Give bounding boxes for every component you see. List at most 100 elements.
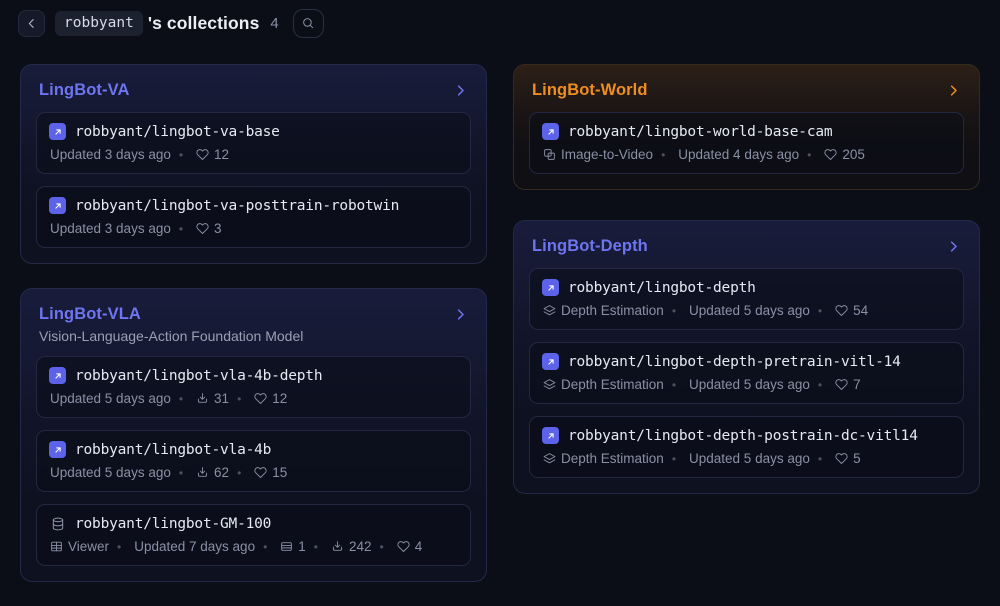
heart-icon	[824, 148, 837, 161]
search-button[interactable]	[293, 9, 324, 38]
collection-title: LingBot-World	[532, 81, 648, 100]
task-tag: Depth Estimation	[543, 451, 664, 466]
collection-title: LingBot-VA	[39, 81, 130, 100]
table-viewer-icon	[50, 540, 63, 553]
updated-text: Updated 4 days ago	[653, 147, 799, 162]
likes-stat: 205	[799, 147, 865, 162]
dataset-name: robbyant/lingbot-GM-100	[75, 516, 271, 532]
dataset-meta: Viewer Updated 7 days ago 1 242 4	[49, 539, 458, 554]
collection-card-lingbot-va: LingBot-VA robbyant/lingbot-va-base Upda…	[20, 64, 487, 264]
depth-estimation-icon	[543, 304, 556, 317]
model-name: robbyant/lingbot-depth-pretrain-vitl-14	[568, 354, 901, 370]
heart-icon	[835, 378, 848, 391]
task-label: Image-to-Video	[561, 147, 653, 162]
collection-link-lingbot-vla[interactable]: LingBot-VLA	[36, 302, 471, 324]
chevron-left-icon	[25, 17, 38, 30]
model-name: robbyant/lingbot-depth	[568, 280, 756, 296]
model-meta: Depth Estimation Updated 5 days ago 7	[542, 377, 951, 392]
viewer-tag: Viewer	[50, 539, 109, 554]
model-item[interactable]: robbyant/lingbot-world-base-cam Image-to…	[529, 112, 964, 174]
dataset-item[interactable]: robbyant/lingbot-GM-100 Viewer Updated 7…	[36, 504, 471, 566]
collection-link-lingbot-depth[interactable]: LingBot-Depth	[529, 234, 964, 256]
model-icon	[49, 123, 66, 140]
collections-count: 4	[270, 15, 278, 32]
likes-stat: 12	[171, 147, 229, 162]
model-item[interactable]: robbyant/lingbot-depth-postrain-dc-vitl1…	[529, 416, 964, 478]
updated-text: Updated 5 days ago	[50, 465, 171, 480]
arrow-up-right-icon	[546, 431, 556, 441]
model-item[interactable]: robbyant/lingbot-va-posttrain-robotwin U…	[36, 186, 471, 248]
depth-estimation-icon	[543, 452, 556, 465]
right-column: LingBot-World robbyant/lingbot-world-bas…	[513, 64, 980, 494]
model-item[interactable]: robbyant/lingbot-depth-pretrain-vitl-14 …	[529, 342, 964, 404]
downloads-count: 242	[349, 539, 372, 554]
likes-stat: 15	[229, 465, 287, 480]
collection-title: LingBot-Depth	[532, 237, 648, 256]
model-meta: Depth Estimation Updated 5 days ago 54	[542, 303, 951, 318]
collection-title: LingBot-VLA	[39, 305, 141, 324]
heart-icon	[835, 452, 848, 465]
model-meta: Updated 5 days ago 31 12	[49, 391, 458, 406]
model-name: robbyant/lingbot-vla-4b	[75, 442, 271, 458]
task-label: Depth Estimation	[561, 451, 664, 466]
left-column: LingBot-VA robbyant/lingbot-va-base Upda…	[20, 64, 487, 582]
heart-icon	[835, 304, 848, 317]
download-icon	[196, 392, 209, 405]
model-icon	[542, 353, 559, 370]
updated-text: Updated 3 days ago	[50, 147, 171, 162]
collection-items: robbyant/lingbot-vla-4b-depth Updated 5 …	[36, 356, 471, 566]
likes-count: 54	[853, 303, 868, 318]
database-icon	[51, 517, 65, 531]
likes-count: 4	[415, 539, 423, 554]
arrow-up-right-icon	[546, 127, 556, 137]
model-item[interactable]: robbyant/lingbot-va-base Updated 3 days …	[36, 112, 471, 174]
arrow-up-right-icon	[53, 201, 63, 211]
chevron-right-icon	[453, 83, 468, 98]
model-name: robbyant/lingbot-world-base-cam	[568, 124, 832, 140]
back-button[interactable]	[18, 10, 45, 37]
downloads-stat: 31	[171, 391, 229, 406]
heart-icon	[196, 222, 209, 235]
likes-stat: 3	[171, 221, 222, 236]
collection-items: robbyant/lingbot-depth Depth Estimation …	[529, 268, 964, 478]
model-meta: Updated 3 days ago 12	[49, 147, 458, 162]
collection-card-lingbot-depth: LingBot-Depth robbyant/lingbot-depth Dep…	[513, 220, 980, 494]
download-icon	[331, 540, 344, 553]
model-item[interactable]: robbyant/lingbot-vla-4b Updated 5 days a…	[36, 430, 471, 492]
task-label: Depth Estimation	[561, 303, 664, 318]
model-item[interactable]: robbyant/lingbot-depth Depth Estimation …	[529, 268, 964, 330]
collection-link-lingbot-world[interactable]: LingBot-World	[529, 78, 964, 100]
model-meta: Image-to-Video Updated 4 days ago 205	[542, 147, 951, 162]
likes-stat: 12	[229, 391, 287, 406]
chevron-right-icon	[453, 307, 468, 322]
model-meta: Depth Estimation Updated 5 days ago 5	[542, 451, 951, 466]
model-icon	[542, 279, 559, 296]
heart-icon	[254, 466, 267, 479]
likes-count: 15	[272, 465, 287, 480]
downloads-stat: 62	[171, 465, 229, 480]
dataset-icon	[49, 515, 66, 532]
heart-icon	[397, 540, 410, 553]
updated-text: Updated 5 days ago	[50, 391, 171, 406]
model-name: robbyant/lingbot-vla-4b-depth	[75, 368, 322, 384]
downloads-count: 62	[214, 465, 229, 480]
arrow-up-right-icon	[53, 127, 63, 137]
collection-card-lingbot-vla: LingBot-VLA Vision-Language-Action Found…	[20, 288, 487, 582]
likes-count: 12	[272, 391, 287, 406]
collection-items: robbyant/lingbot-va-base Updated 3 days …	[36, 112, 471, 248]
collection-items: robbyant/lingbot-world-base-cam Image-to…	[529, 112, 964, 174]
model-icon	[49, 197, 66, 214]
task-tag: Image-to-Video	[543, 147, 653, 162]
collection-subtitle: Vision-Language-Action Foundation Model	[39, 328, 468, 344]
arrow-up-right-icon	[53, 445, 63, 455]
username-chip[interactable]: robbyant	[55, 11, 143, 36]
collection-link-lingbot-va[interactable]: LingBot-VA	[36, 78, 471, 100]
likes-stat: 54	[810, 303, 868, 318]
heart-icon	[196, 148, 209, 161]
viewer-label: Viewer	[68, 539, 109, 554]
likes-stat: 7	[810, 377, 861, 392]
model-item[interactable]: robbyant/lingbot-vla-4b-depth Updated 5 …	[36, 356, 471, 418]
likes-count: 7	[853, 377, 861, 392]
model-name: robbyant/lingbot-va-posttrain-robotwin	[75, 198, 399, 214]
downloads-stat: 242	[306, 539, 372, 554]
